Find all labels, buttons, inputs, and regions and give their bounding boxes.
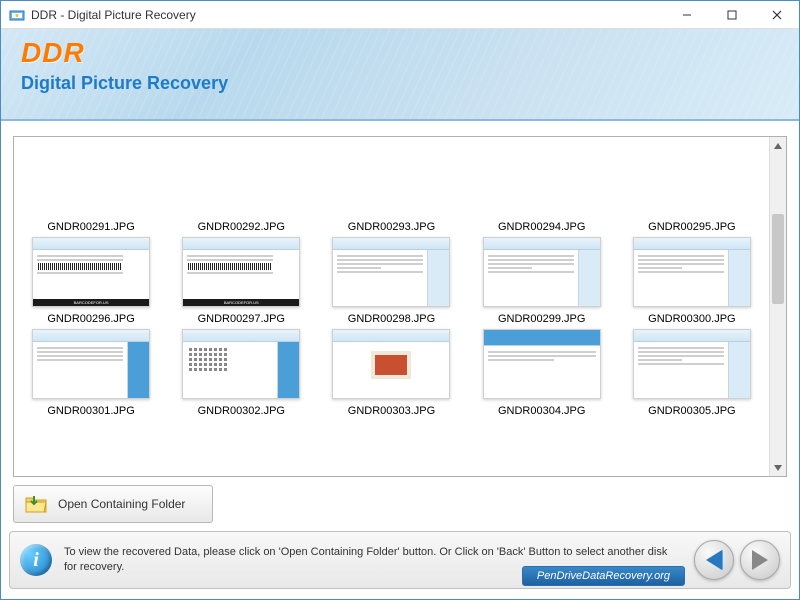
thumbnail-item[interactable]: GNDR00294.JPG: [471, 145, 613, 233]
thumbnail-filename: GNDR00291.JPG: [47, 221, 134, 233]
titlebar: DDR - Digital Picture Recovery: [1, 1, 799, 29]
thumbnail-filename: GNDR00305.JPG: [648, 405, 735, 417]
back-button[interactable]: [694, 540, 734, 580]
thumbnail-filename: GNDR00301.JPG: [47, 405, 134, 417]
thumbnail-image: [182, 145, 300, 215]
logo-text: DDR: [21, 37, 779, 69]
thumbnail-image: [32, 329, 150, 399]
thumbnail-item[interactable]: BARCODEFOR.US GNDR00296.JPG: [20, 237, 162, 325]
thumbnail-filename: GNDR00295.JPG: [648, 221, 735, 233]
thumbnail-item[interactable]: GNDR00303.JPG: [320, 329, 462, 417]
titlebar-controls: [664, 1, 799, 28]
thumbnail-item[interactable]: GNDR00293.JPG: [320, 145, 462, 233]
thumbnail-item[interactable]: GNDR00291.JPG: [20, 145, 162, 233]
thumbnail-item[interactable]: GNDR00298.JPG: [320, 237, 462, 325]
footer-bar: i To view the recovered Data, please cli…: [9, 531, 791, 589]
thumbnail-filename: GNDR00296.JPG: [47, 313, 134, 325]
thumbnail-image: [332, 145, 450, 215]
thumbnail-image: [633, 237, 751, 307]
window-title: DDR - Digital Picture Recovery: [31, 8, 664, 22]
thumbnail-filename: GNDR00293.JPG: [348, 221, 435, 233]
thumbnail-image: [32, 145, 150, 215]
minimize-button[interactable]: [664, 1, 709, 29]
thumbnail-image: [182, 329, 300, 399]
thumbnail-grid: GNDR00291.JPG GNDR00292.JPG GNDR00293.JPG G…: [14, 137, 769, 476]
app-icon: [9, 7, 25, 23]
thumbnail-filename: GNDR00294.JPG: [498, 221, 585, 233]
maximize-button[interactable]: [709, 1, 754, 29]
thumbnail-image: [332, 237, 450, 307]
folder-icon: [24, 494, 48, 514]
thumbnail-image: [633, 145, 751, 215]
thumbnail-item[interactable]: GNDR00304.JPG: [471, 329, 613, 417]
thumbnail-image: [483, 145, 601, 215]
thumbnail-item[interactable]: GNDR00301.JPG: [20, 329, 162, 417]
thumbnail-filename: GNDR00298.JPG: [348, 313, 435, 325]
scroll-track[interactable]: [770, 154, 786, 459]
thumbnail-panel: GNDR00291.JPG GNDR00292.JPG GNDR00293.JPG G…: [13, 136, 787, 477]
thumbnail-item[interactable]: GNDR00292.JPG: [170, 145, 312, 233]
thumbnail-item[interactable]: GNDR00305.JPG: [621, 329, 763, 417]
thumbnail-image: [633, 329, 751, 399]
thumbnail-item[interactable]: BARCODEFOR.US GNDR00297.JPG: [170, 237, 312, 325]
thumbnail-image: [483, 329, 601, 399]
thumbnail-filename: GNDR00299.JPG: [498, 313, 585, 325]
thumbnail-image: BARCODEFOR.US: [182, 237, 300, 307]
thumbnail-item[interactable]: GNDR00299.JPG: [471, 237, 613, 325]
app-window: DDR - Digital Picture Recovery DDR Digit…: [0, 0, 800, 600]
scroll-thumb[interactable]: [772, 214, 784, 304]
thumbnail-filename: GNDR00302.JPG: [198, 405, 285, 417]
nav-buttons: [694, 540, 780, 580]
vertical-scrollbar[interactable]: [769, 137, 786, 476]
header-banner: DDR Digital Picture Recovery: [1, 29, 799, 121]
thumbnail-item[interactable]: GNDR00302.JPG: [170, 329, 312, 417]
thumbnail-image: [332, 329, 450, 399]
thumbnail-filename: GNDR00300.JPG: [648, 313, 735, 325]
scroll-down-button[interactable]: [770, 459, 786, 476]
thumbnail-filename: GNDR00297.JPG: [198, 313, 285, 325]
thumbnail-item[interactable]: GNDR00300.JPG: [621, 237, 763, 325]
thumbnail-filename: GNDR00303.JPG: [348, 405, 435, 417]
scroll-up-button[interactable]: [770, 137, 786, 154]
thumbnail-filename: GNDR00304.JPG: [498, 405, 585, 417]
info-icon: i: [20, 544, 52, 576]
thumbnail-item[interactable]: GNDR00295.JPG: [621, 145, 763, 233]
content-area: GNDR00291.JPG GNDR00292.JPG GNDR00293.JPG G…: [1, 121, 799, 531]
thumbnail-image: BARCODEFOR.US: [32, 237, 150, 307]
thumbnail-filename: GNDR00292.JPG: [198, 221, 285, 233]
open-containing-folder-button[interactable]: Open Containing Folder: [13, 485, 213, 523]
watermark-badge: PenDriveDataRecovery.org: [522, 566, 685, 586]
open-folder-label: Open Containing Folder: [58, 497, 185, 511]
close-button[interactable]: [754, 1, 799, 29]
forward-button[interactable]: [740, 540, 780, 580]
thumbnail-image: [483, 237, 601, 307]
app-subtitle: Digital Picture Recovery: [21, 73, 779, 94]
